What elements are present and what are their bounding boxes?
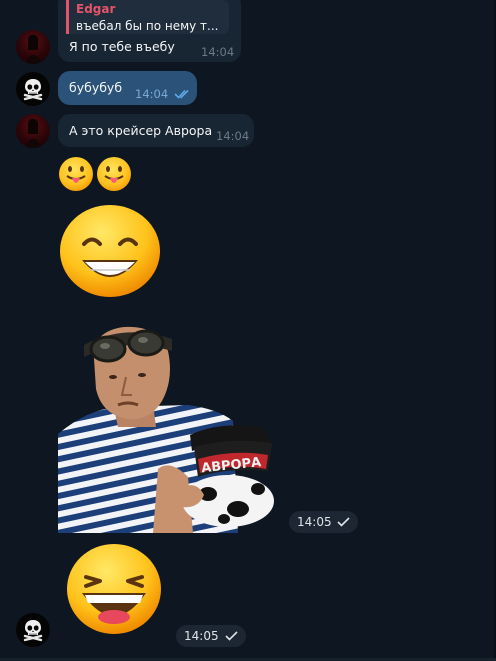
red-portrait-avatar-icon — [26, 118, 40, 148]
reply-text: въебал бы по нему т... — [76, 19, 219, 33]
laughing-emoji-icon — [67, 544, 161, 634]
message-bubble-outgoing[interactable]: бубубуб 14:04 — [58, 71, 197, 105]
message-time: 14:04 — [201, 45, 235, 59]
reply-preview[interactable]: Edgar въебал бы по нему т... — [66, 0, 229, 34]
red-portrait-avatar-icon — [26, 34, 40, 64]
single-check-icon — [225, 631, 238, 641]
avatar-edgar[interactable] — [16, 30, 50, 64]
avatar-me[interactable] — [16, 72, 50, 106]
message-time-pill: 14:05 — [289, 511, 358, 533]
tongue-out-emoji-icon — [59, 157, 131, 191]
animated-emoji-message[interactable] — [66, 543, 162, 635]
emoji-message[interactable] — [58, 155, 138, 193]
message-time: 14:04 — [216, 129, 250, 143]
sticker-image: АВРОРА — [58, 326, 274, 533]
animated-emoji-message[interactable] — [60, 204, 162, 298]
skull-avatar-icon — [16, 72, 50, 106]
double-check-icon — [174, 89, 189, 99]
message-time: 14:05 — [184, 629, 219, 643]
reply-sender-name: Edgar — [76, 2, 116, 16]
message-text: бубубуб — [69, 80, 123, 95]
message-text: Я по тебе въебу — [69, 39, 175, 54]
message-time: 14:04 — [135, 87, 169, 101]
message-bubble-incoming[interactable]: А это крейсер Аврора 14:04 — [58, 114, 254, 147]
avatar-me[interactable] — [16, 613, 50, 647]
single-check-icon — [337, 517, 350, 527]
message-text: А это крейсер Аврора — [69, 123, 213, 138]
avatar-edgar[interactable] — [16, 114, 50, 148]
message-bubble-incoming[interactable]: Edgar въебал бы по нему т... Я по тебе в… — [58, 0, 241, 62]
sticker-message[interactable]: АВРОРА — [58, 309, 284, 533]
message-time-pill: 14:05 — [176, 625, 246, 647]
grinning-squinting-emoji-icon — [60, 205, 160, 297]
message-time: 14:05 — [297, 515, 332, 529]
skull-avatar-icon — [16, 613, 50, 647]
